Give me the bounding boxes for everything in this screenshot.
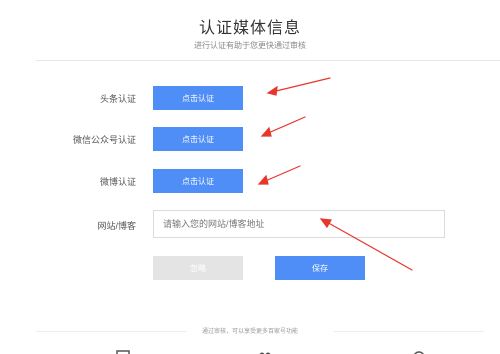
header-divider <box>36 60 500 61</box>
people-icon <box>259 352 271 354</box>
arrow-annotation-weibo <box>257 165 301 185</box>
circle-icon <box>414 351 424 354</box>
skip-button[interactable]: 忽略 <box>153 256 243 280</box>
toutiao-verify-button[interactable]: 点击认证 <box>153 86 243 110</box>
weibo-label: 微博认证 <box>99 177 136 187</box>
wechat-verify-button[interactable]: 点击认证 <box>153 127 243 151</box>
website-label: 网站/博客 <box>97 221 136 231</box>
footer-text: 通过审核，可以享受更多百家号功能 <box>201 329 298 335</box>
doc-icon <box>116 350 130 354</box>
page-header: 认证媒体信息 进行认证有助于您更快通过审核 <box>0 0 500 62</box>
website-input[interactable] <box>153 210 445 238</box>
wechat-label: 微信公众号认证 <box>72 135 136 145</box>
save-button[interactable]: 保存 <box>275 256 365 280</box>
arrow-annotation-wechat <box>260 116 306 137</box>
toutiao-label: 头条认证 <box>99 94 136 104</box>
page-subtitle: 进行认证有助于您更快通过审核 <box>194 41 306 50</box>
weibo-verify-button[interactable]: 点击认证 <box>153 169 243 193</box>
page-title: 认证媒体信息 <box>198 20 301 37</box>
arrow-annotation-toutiao <box>266 77 331 96</box>
